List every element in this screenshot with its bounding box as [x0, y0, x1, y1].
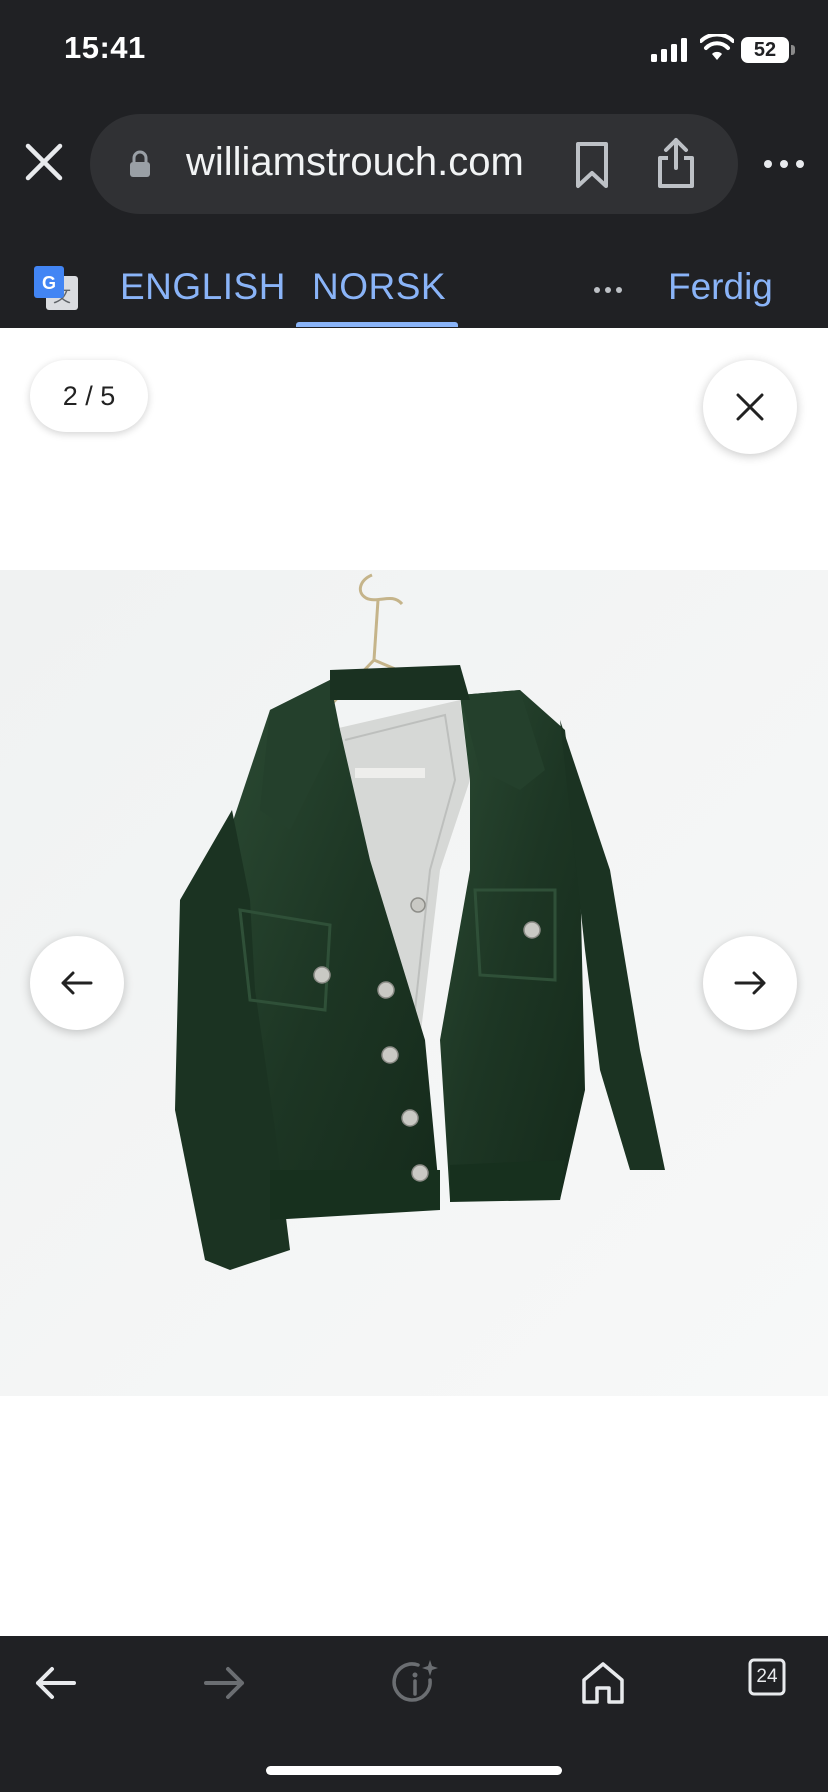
bookmark-icon[interactable]: [568, 140, 616, 190]
tab-norsk[interactable]: NORSK: [312, 266, 446, 308]
share-icon[interactable]: [654, 136, 698, 190]
done-button[interactable]: Ferdig: [668, 266, 773, 308]
address-bar[interactable]: williamstrouch.com: [90, 114, 738, 214]
google-translate-icon: 文 G: [34, 266, 78, 310]
tab-count: 24: [756, 1666, 778, 1687]
next-image-button[interactable]: [703, 936, 797, 1030]
tab-switcher-button[interactable]: 24: [748, 1658, 798, 1708]
bottom-toolbar: 24: [0, 1636, 828, 1792]
page-info-sparkle-icon[interactable]: [390, 1658, 440, 1708]
close-icon[interactable]: [22, 140, 66, 184]
wifi-icon: [700, 34, 734, 60]
forward-arrow-icon[interactable]: [200, 1658, 250, 1708]
status-bar: 15:41 52: [0, 0, 828, 100]
svg-text:G: G: [42, 273, 56, 293]
back-arrow-icon[interactable]: [30, 1658, 80, 1708]
lock-icon: [130, 150, 150, 177]
url-text: williamstrouch.com: [186, 140, 524, 184]
image-gallery: 2 / 5: [0, 328, 828, 1636]
battery-icon: 52: [741, 37, 795, 63]
close-icon: [736, 393, 764, 421]
home-indicator: [266, 1766, 562, 1775]
cellular-signal-icon: [651, 38, 687, 62]
arrow-right-icon: [734, 971, 766, 995]
active-tab-indicator: [296, 322, 458, 327]
translate-bar: 文 G ENGLISH NORSK Ferdig: [0, 230, 828, 328]
browser-toolbar: williamstrouch.com: [0, 100, 828, 230]
battery-level: 52: [753, 39, 777, 61]
close-gallery-button[interactable]: [703, 360, 797, 454]
home-icon[interactable]: [578, 1658, 628, 1708]
more-options-icon[interactable]: [592, 280, 624, 300]
previous-image-button[interactable]: [30, 936, 124, 1030]
status-time: 15:41: [64, 30, 146, 65]
arrow-left-icon: [61, 971, 93, 995]
image-counter: 2 / 5: [30, 360, 148, 432]
tab-english[interactable]: ENGLISH: [120, 266, 286, 308]
more-options-icon[interactable]: [762, 144, 806, 184]
